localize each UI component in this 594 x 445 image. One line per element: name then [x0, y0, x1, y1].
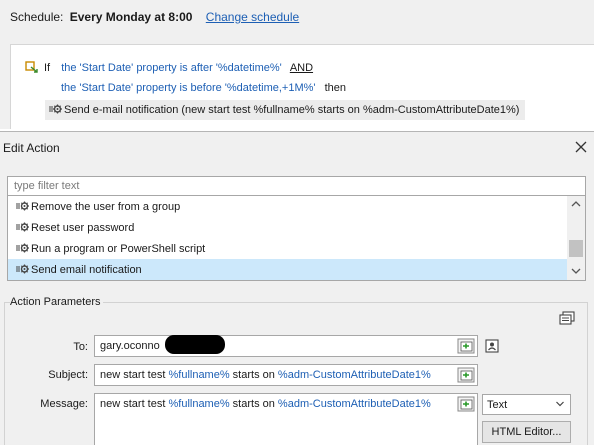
action-list: Remove the user from a group Reset user …: [7, 196, 586, 281]
list-item-remove-from-group[interactable]: Remove the user from a group: [8, 196, 568, 217]
subject-label: Subject:: [48, 369, 88, 381]
rule-condition-box: If the 'Start Date' property is after '%…: [10, 44, 594, 129]
subject-text-1: new start test: [100, 369, 169, 381]
message-field[interactable]: new start test %fullname% starts on %adm…: [94, 393, 478, 445]
gear-icon: [16, 264, 29, 274]
chevron-down-icon: [556, 401, 564, 407]
condition-icon: [25, 61, 38, 73]
gear-icon: [49, 104, 62, 114]
filter-field: [7, 176, 586, 196]
subject-text-2: starts on: [229, 369, 278, 381]
condition-row-1: If the 'Start Date' property is after '%…: [25, 61, 313, 74]
filter-input[interactable]: [8, 177, 585, 195]
schedule-value: Every Monday at 8:00: [69, 10, 193, 24]
condition-start-after[interactable]: the 'Start Date' property is after '%dat…: [61, 62, 282, 74]
list-item-reset-password[interactable]: Reset user password: [8, 217, 568, 238]
insert-value-icon[interactable]: [457, 338, 475, 354]
chevron-down-icon[interactable]: [567, 262, 585, 279]
panel-options-icon[interactable]: [559, 311, 575, 325]
list-scrollbar[interactable]: [567, 196, 585, 280]
insert-value-icon[interactable]: [457, 367, 475, 383]
rule-action-label: Send e-mail notification (new start test…: [64, 104, 520, 116]
condition-start-before[interactable]: the 'Start Date' property is before '%da…: [61, 82, 316, 94]
to-field[interactable]: gary.oconno: [94, 335, 478, 357]
subject-field[interactable]: new start test %fullname% starts on %adm…: [94, 364, 478, 386]
action-parameters-title: Action Parameters: [10, 296, 104, 308]
schedule-line: Schedule: Every Monday at 8:00 Change sc…: [10, 10, 299, 24]
rule-summary-panel: Schedule: Every Monday at 8:00 Change sc…: [0, 0, 594, 129]
list-item-send-email[interactable]: Send email notification: [8, 259, 568, 280]
close-icon[interactable]: [574, 140, 588, 154]
rule-action[interactable]: Send e-mail notification (new start test…: [45, 100, 526, 120]
list-item-label: Reset user password: [31, 222, 135, 234]
redaction-mark: [165, 335, 225, 354]
to-label: To:: [73, 341, 88, 353]
change-schedule-link[interactable]: Change schedule: [206, 10, 299, 24]
subject-var-date: %adm-CustomAttributeDate1%: [277, 369, 431, 381]
message-label: Message:: [40, 398, 88, 410]
insert-value-icon[interactable]: [457, 396, 475, 412]
list-item-label: Run a program or PowerShell script: [31, 243, 206, 255]
list-item-run-script[interactable]: Run a program or PowerShell script: [8, 238, 568, 259]
list-item-label: Send email notification: [31, 264, 142, 276]
gear-icon: [16, 222, 29, 232]
condition-row-2: the 'Start Date' property is before '%da…: [61, 82, 346, 94]
message-var-date: %adm-CustomAttributeDate1%: [277, 398, 431, 410]
format-select[interactable]: Text: [482, 394, 571, 415]
then-keyword: then: [324, 82, 346, 94]
scrollbar-thumb[interactable]: [569, 240, 583, 257]
message-text-1: new start test: [100, 398, 169, 410]
gear-icon: [16, 243, 29, 253]
schedule-label: Schedule:: [10, 10, 64, 24]
html-editor-button[interactable]: HTML Editor...: [482, 421, 571, 443]
to-value: gary.oconno: [100, 340, 160, 352]
list-item-label: Remove the user from a group: [31, 201, 181, 213]
message-text-2: starts on: [229, 398, 278, 410]
address-book-icon[interactable]: [485, 339, 499, 353]
dialog-title: Edit Action: [3, 141, 60, 155]
subject-var-fullname: %fullname%: [168, 369, 230, 381]
gear-icon: [16, 201, 29, 211]
if-keyword: If: [44, 62, 51, 74]
chevron-up-icon[interactable]: [567, 196, 585, 213]
format-selected-value: Text: [487, 399, 508, 411]
and-operator[interactable]: AND: [290, 62, 313, 74]
message-var-fullname: %fullname%: [168, 398, 230, 410]
